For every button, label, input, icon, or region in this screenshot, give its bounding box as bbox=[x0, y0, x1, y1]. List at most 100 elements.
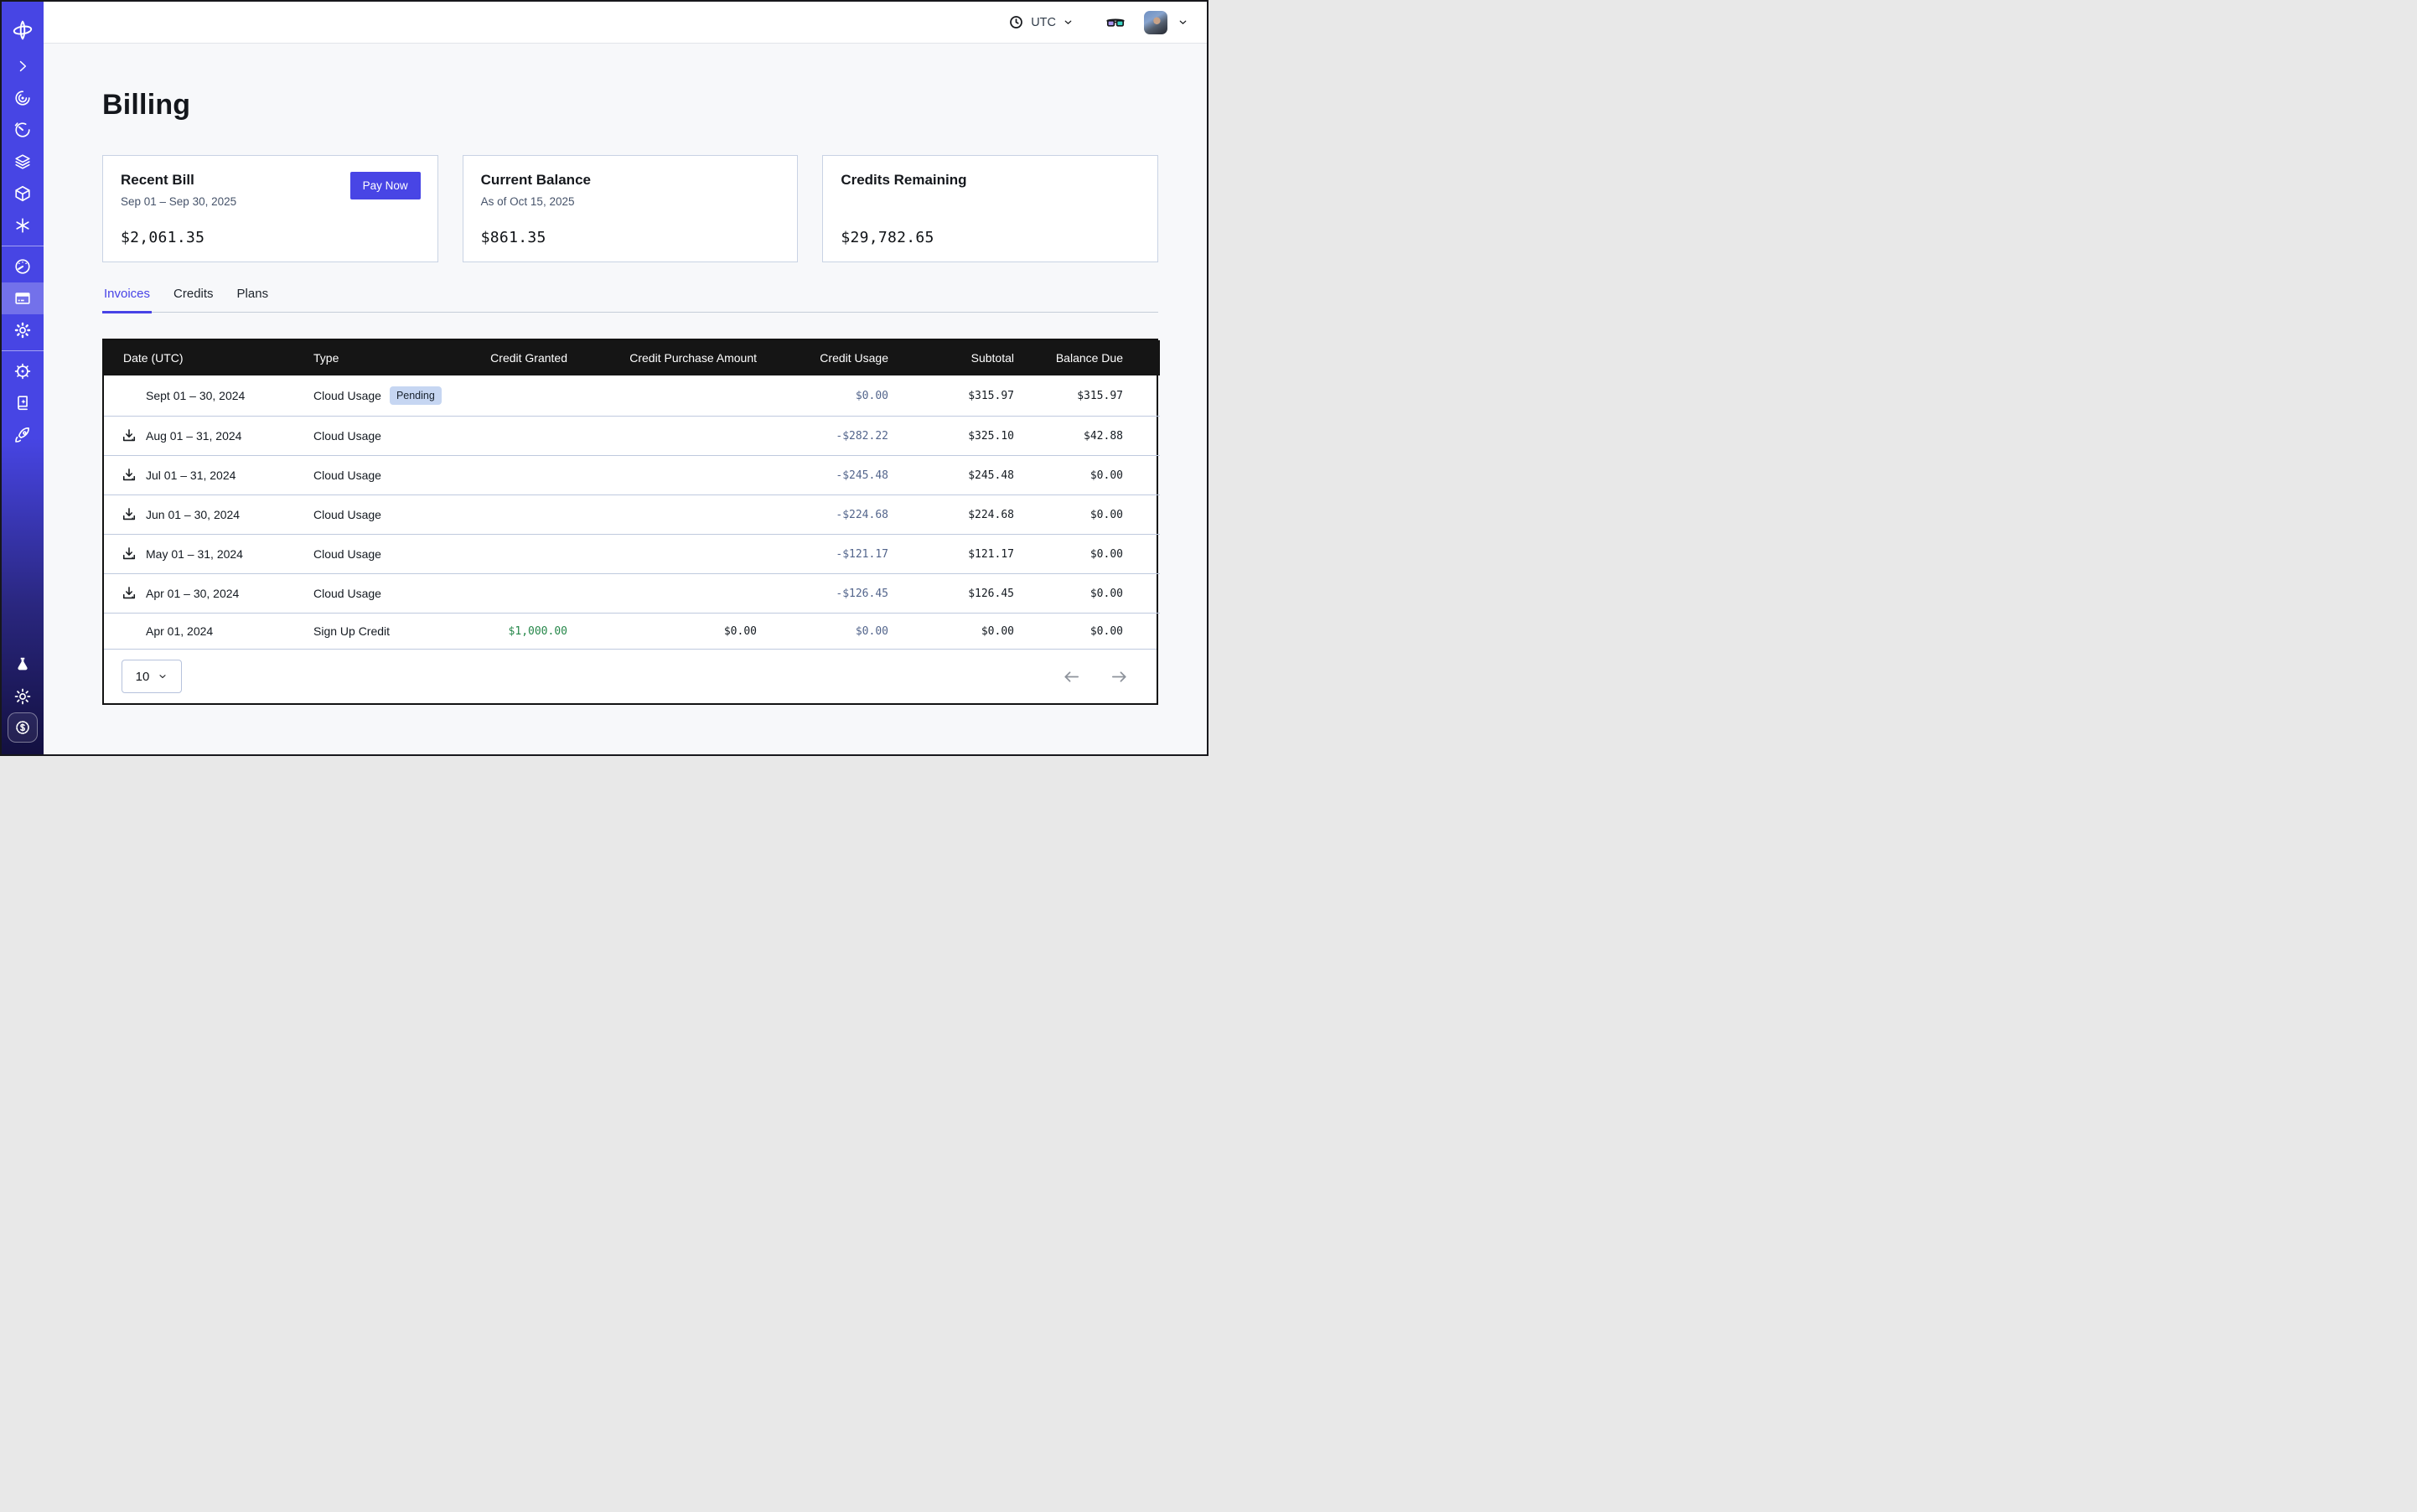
card-subtitle: As of Oct 15, 2025 bbox=[481, 195, 780, 208]
main-area: UTC Billing bbox=[44, 2, 1207, 754]
invoice-date: Sept 01 – 30, 2024 bbox=[146, 389, 245, 402]
rocket-icon bbox=[13, 426, 32, 444]
sidebar-item-settings[interactable] bbox=[2, 314, 44, 346]
billing-card-icon bbox=[13, 289, 32, 308]
col-header-type: Type bbox=[313, 340, 481, 375]
current-balance-card: Current Balance As of Oct 15, 2025 $861.… bbox=[463, 155, 799, 262]
credit-granted bbox=[481, 535, 577, 574]
invoices-table: Date (UTC) Type Credit Granted Credit Pu… bbox=[104, 340, 1160, 649]
status-badge: Pending bbox=[390, 386, 442, 405]
orbit-logo-icon bbox=[12, 19, 34, 41]
credit-usage: -$282.22 bbox=[767, 417, 898, 456]
credit-purchase bbox=[577, 574, 767, 614]
arrow-left-icon bbox=[1062, 667, 1081, 686]
invoice-type: Cloud Usage bbox=[313, 547, 381, 561]
col-header-credit-purchase: Credit Purchase Amount bbox=[577, 340, 767, 375]
balance-due: $0.00 bbox=[1024, 456, 1160, 495]
chevron-down-icon bbox=[158, 671, 168, 681]
sidebar-item-theme[interactable] bbox=[2, 681, 44, 712]
sidebar-item-usage[interactable] bbox=[2, 251, 44, 282]
balance-due: $0.00 bbox=[1024, 614, 1160, 650]
balance-due: $315.97 bbox=[1024, 375, 1160, 417]
balance-due: $42.88 bbox=[1024, 417, 1160, 456]
topbar: UTC bbox=[44, 2, 1207, 44]
subtotal: $325.10 bbox=[898, 417, 1024, 456]
invoice-date: Jun 01 – 30, 2024 bbox=[146, 508, 240, 521]
sidebar-item-cube[interactable] bbox=[2, 178, 44, 210]
next-page-button[interactable] bbox=[1110, 667, 1129, 686]
page-size-select[interactable]: 10 bbox=[122, 660, 182, 693]
sidebar-collapse-toggle[interactable] bbox=[2, 50, 44, 82]
tab-plans[interactable]: Plans bbox=[235, 287, 271, 312]
sidebar-item-scan[interactable] bbox=[2, 82, 44, 114]
logo[interactable] bbox=[2, 12, 44, 49]
invoice-type: Cloud Usage bbox=[313, 587, 381, 600]
download-invoice-button[interactable] bbox=[121, 585, 137, 602]
col-header-subtotal: Subtotal bbox=[898, 340, 1024, 375]
table-row: Aug 01 – 31, 2024 Cloud Usage -$282.22 $… bbox=[104, 417, 1160, 456]
credit-granted bbox=[481, 417, 577, 456]
credit-usage: -$126.45 bbox=[767, 574, 898, 614]
chevron-right-icon bbox=[14, 58, 31, 75]
credit-usage: -$224.68 bbox=[767, 495, 898, 535]
subtotal: $126.45 bbox=[898, 574, 1024, 614]
timezone-selector[interactable]: UTC bbox=[1008, 14, 1074, 30]
sidebar-item-history[interactable] bbox=[2, 114, 44, 146]
sidebar-item-services[interactable] bbox=[2, 210, 44, 241]
credit-usage: $0.00 bbox=[767, 614, 898, 650]
cube-icon bbox=[13, 184, 32, 203]
download-invoice-button[interactable] bbox=[121, 427, 137, 444]
table-row: Jun 01 – 30, 2024 Cloud Usage -$224.68 $… bbox=[104, 495, 1160, 535]
sidebar-item-credits[interactable] bbox=[8, 712, 38, 743]
credit-purchase bbox=[577, 375, 767, 417]
subtotal: $245.48 bbox=[898, 456, 1024, 495]
subtotal: $224.68 bbox=[898, 495, 1024, 535]
pay-now-button[interactable]: Pay Now bbox=[350, 172, 421, 199]
balance-due: $0.00 bbox=[1024, 574, 1160, 614]
tab-invoices[interactable]: Invoices bbox=[102, 287, 152, 312]
invoice-date: Aug 01 – 31, 2024 bbox=[146, 429, 241, 443]
invoice-type: Cloud Usage bbox=[313, 469, 381, 482]
credit-granted bbox=[481, 375, 577, 417]
avatar[interactable] bbox=[1144, 11, 1167, 34]
download-invoice-button[interactable] bbox=[121, 546, 137, 562]
clock-icon bbox=[1008, 14, 1024, 30]
col-header-credit-usage: Credit Usage bbox=[767, 340, 898, 375]
table-row: Apr 01, 2024 Sign Up Credit $1,000.00 $0… bbox=[104, 614, 1160, 650]
sidebar-item-docs[interactable] bbox=[2, 387, 44, 419]
pagination-controls bbox=[1062, 667, 1129, 686]
balance-due: $0.00 bbox=[1024, 535, 1160, 574]
invoice-date: Apr 01, 2024 bbox=[146, 624, 213, 638]
credit-usage: -$245.48 bbox=[767, 456, 898, 495]
prev-page-button[interactable] bbox=[1062, 667, 1081, 686]
sidebar-item-layers[interactable] bbox=[2, 146, 44, 178]
page-size-value: 10 bbox=[136, 670, 150, 684]
download-icon bbox=[121, 506, 137, 523]
account-menu-toggle[interactable] bbox=[1177, 17, 1188, 28]
billing-tabs: Invoices Credits Plans bbox=[102, 287, 1158, 313]
col-header-credit-granted: Credit Granted bbox=[481, 340, 577, 375]
history-icon bbox=[13, 121, 32, 139]
credit-purchase bbox=[577, 456, 767, 495]
sidebar-item-support[interactable] bbox=[2, 355, 44, 387]
credit-purchase: $0.00 bbox=[577, 614, 767, 650]
credit-granted bbox=[481, 574, 577, 614]
scan-icon bbox=[13, 89, 32, 107]
recent-bill-amount: $2,061.35 bbox=[121, 229, 204, 246]
tab-credits[interactable]: Credits bbox=[172, 287, 215, 312]
download-invoice-button[interactable] bbox=[121, 467, 137, 484]
download-icon bbox=[121, 427, 137, 444]
arrow-right-icon bbox=[1110, 667, 1129, 686]
view-mode-toggle[interactable] bbox=[1105, 13, 1126, 33]
subtotal: $0.00 bbox=[898, 614, 1024, 650]
gauge-icon bbox=[13, 257, 32, 276]
invoices-table-container: Date (UTC) Type Credit Granted Credit Pu… bbox=[102, 339, 1158, 705]
col-header-balance-due: Balance Due bbox=[1024, 340, 1160, 375]
sidebar-item-labs[interactable] bbox=[2, 649, 44, 681]
sidebar-item-billing[interactable] bbox=[2, 282, 44, 314]
sidebar-item-getting-started[interactable] bbox=[2, 419, 44, 451]
flask-icon bbox=[13, 655, 32, 674]
invoice-date: Apr 01 – 30, 2024 bbox=[146, 587, 239, 600]
brightness-sun-icon bbox=[13, 687, 32, 706]
download-invoice-button[interactable] bbox=[121, 506, 137, 523]
